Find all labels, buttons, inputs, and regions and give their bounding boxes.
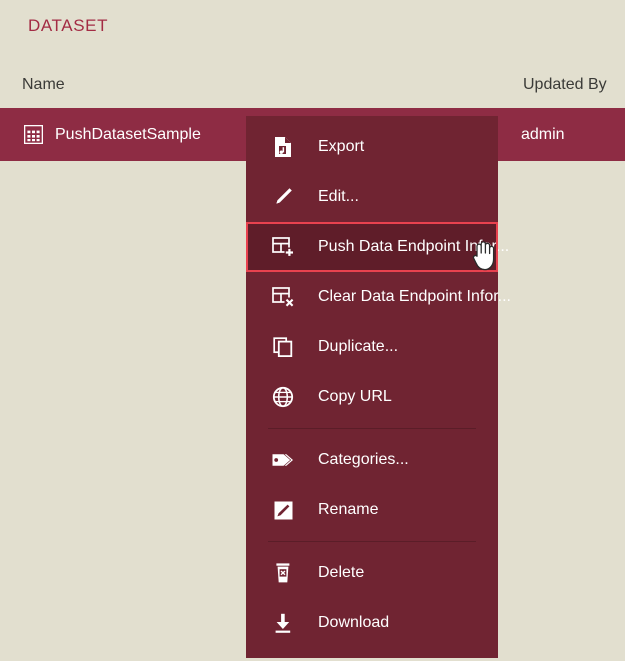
menu-item-label: Duplicate... bbox=[318, 338, 399, 355]
menu-item-clear-data-endpoint[interactable]: Clear Data Endpoint Infor... bbox=[246, 272, 511, 322]
page-title: DATASET bbox=[28, 16, 109, 35]
pencil-icon bbox=[270, 184, 296, 210]
menu-item-categories[interactable]: Categories... bbox=[246, 435, 498, 485]
menu-item-copy-url[interactable]: Copy URL bbox=[246, 372, 498, 422]
menu-separator bbox=[268, 541, 476, 542]
table-column-header-row: Name Updated By bbox=[0, 70, 625, 108]
menu-item-label: Delete bbox=[318, 564, 365, 581]
menu-item-export[interactable]: Export bbox=[246, 122, 498, 172]
menu-item-rename[interactable]: Rename bbox=[246, 485, 498, 535]
menu-item-label: Edit... bbox=[318, 188, 359, 205]
tag-icon bbox=[270, 447, 296, 473]
menu-item-push-data-endpoint[interactable]: Push Data Endpoint Infor... bbox=[246, 222, 509, 272]
menu-separator bbox=[268, 428, 476, 429]
menu-item-label: Clear Data Endpoint Infor... bbox=[318, 288, 511, 305]
table-row-name-label: PushDatasetSample bbox=[55, 125, 201, 143]
menu-item-delete[interactable]: Delete bbox=[246, 548, 498, 598]
rename-pencil-box-icon bbox=[270, 497, 296, 523]
table-cell-name: PushDatasetSample bbox=[24, 125, 201, 144]
table-cell-updated-by: admin bbox=[521, 125, 565, 143]
grid-table-icon bbox=[24, 125, 43, 144]
menu-item-label: Copy URL bbox=[318, 388, 392, 405]
menu-item-duplicate[interactable]: Duplicate... bbox=[246, 322, 498, 372]
column-header-name[interactable]: Name bbox=[22, 76, 65, 94]
context-menu[interactable]: Export Edit... Push Data Endpoint Infor.… bbox=[246, 116, 511, 658]
grid-x-icon bbox=[270, 284, 296, 310]
menu-item-label: Download bbox=[318, 614, 390, 631]
grid-plus-icon bbox=[270, 234, 296, 260]
menu-item-label: Push Data Endpoint Infor... bbox=[318, 238, 510, 255]
export-document-icon bbox=[270, 134, 296, 160]
globe-icon bbox=[270, 384, 296, 410]
download-arrow-icon bbox=[270, 610, 296, 636]
menu-item-label: Export bbox=[318, 138, 365, 155]
copy-icon bbox=[270, 334, 296, 360]
menu-item-label: Categories... bbox=[318, 451, 409, 468]
trash-x-icon bbox=[270, 560, 296, 586]
menu-item-edit[interactable]: Edit... bbox=[246, 172, 498, 222]
menu-item-label: Rename bbox=[318, 501, 379, 518]
menu-item-download[interactable]: Download bbox=[246, 598, 498, 648]
column-header-updated-by[interactable]: Updated By bbox=[523, 76, 607, 94]
